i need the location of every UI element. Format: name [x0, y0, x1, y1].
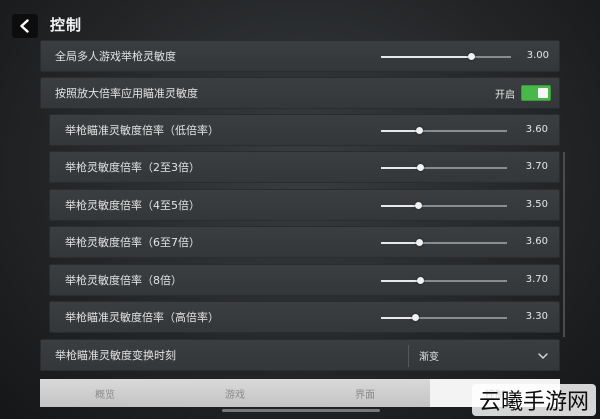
- transition-dropdown[interactable]: 渐变: [419, 348, 439, 363]
- sensitivity-slider[interactable]: [381, 202, 507, 209]
- tab-interface[interactable]: 界面: [300, 379, 430, 407]
- setting-label: 举枪瞄准灵敏度变换时刻: [55, 349, 176, 362]
- header: 控制: [0, 0, 600, 40]
- setting-label: 举枪灵敏度倍率（6至7倍）: [65, 236, 200, 249]
- slider-handle[interactable]: [467, 53, 475, 60]
- setting-label: 按照放大倍率应用瞄准灵敏度: [55, 87, 198, 100]
- slider-handle[interactable]: [414, 202, 422, 209]
- slider-handle[interactable]: [412, 314, 420, 321]
- sensitivity-slider[interactable]: [381, 239, 507, 246]
- setting-value: 3.70: [525, 161, 548, 172]
- setting-value: 3.60: [525, 236, 548, 247]
- setting-row-4x-5x: 举枪灵敏度倍率（4至5倍） 3.50: [49, 189, 560, 221]
- sensitivity-slider[interactable]: [381, 53, 511, 60]
- setting-value: 3.00: [526, 50, 549, 61]
- setting-label: 举枪瞄准灵敏度倍率（低倍率）: [65, 124, 219, 137]
- slider-handle[interactable]: [417, 277, 425, 284]
- slider-handle[interactable]: [415, 127, 423, 134]
- setting-row-low-zoom: 举枪瞄准灵敏度倍率（低倍率） 3.60: [49, 114, 560, 146]
- setting-row-2x-3x: 举枪灵敏度倍率（2至3倍） 3.70: [49, 151, 560, 183]
- sensitivity-slider[interactable]: [381, 314, 507, 321]
- setting-value: 3.70: [525, 274, 548, 285]
- setting-label: 举枪灵敏度倍率（8倍）: [65, 274, 182, 287]
- divider: [408, 345, 409, 367]
- setting-row-global-ads-sensitivity: 全局多人游戏举枪灵敏度 3.00: [40, 40, 560, 72]
- setting-value: 3.50: [525, 199, 548, 210]
- slider-handle[interactable]: [415, 239, 423, 246]
- chevron-down-icon[interactable]: [537, 350, 549, 362]
- setting-row-6x-7x: 举枪灵敏度倍率（6至7倍） 3.60: [49, 226, 560, 258]
- sensitivity-slider[interactable]: [381, 277, 507, 284]
- sensitivity-slider[interactable]: [381, 127, 507, 134]
- scrollbar[interactable]: [563, 152, 565, 337]
- chevron-left-icon: [20, 19, 29, 33]
- setting-value: 3.30: [525, 311, 548, 322]
- home-indicator: [222, 409, 380, 412]
- zoom-ads-toggle[interactable]: [521, 85, 551, 101]
- slider-handle[interactable]: [417, 164, 425, 171]
- setting-label: 举枪灵敏度倍率（4至5倍）: [65, 199, 200, 212]
- setting-value: 3.60: [525, 124, 548, 135]
- back-button[interactable]: [12, 14, 38, 38]
- watermark: 云曦手游网: [472, 384, 596, 416]
- toggle-state-label: 开启: [495, 89, 515, 101]
- setting-label: 举枪灵敏度倍率（2至3倍）: [65, 161, 200, 174]
- setting-row-high-zoom: 举枪瞄准灵敏度倍率（高倍率） 3.30: [49, 301, 560, 333]
- setting-row-8x: 举枪灵敏度倍率（8倍） 3.70: [49, 264, 560, 296]
- setting-label: 举枪瞄准灵敏度倍率（高倍率）: [65, 311, 219, 324]
- setting-row-zoom-ads-toggle: 按照放大倍率应用瞄准灵敏度 开启: [40, 77, 560, 109]
- tab-overview[interactable]: 概览: [40, 379, 170, 407]
- sensitivity-slider[interactable]: [381, 164, 507, 171]
- setting-row-transition-timing: 举枪瞄准灵敏度变换时刻 渐变: [40, 339, 560, 371]
- tab-game[interactable]: 游戏: [170, 379, 300, 407]
- setting-label: 全局多人游戏举枪灵敏度: [55, 50, 176, 63]
- page-title: 控制: [50, 16, 83, 34]
